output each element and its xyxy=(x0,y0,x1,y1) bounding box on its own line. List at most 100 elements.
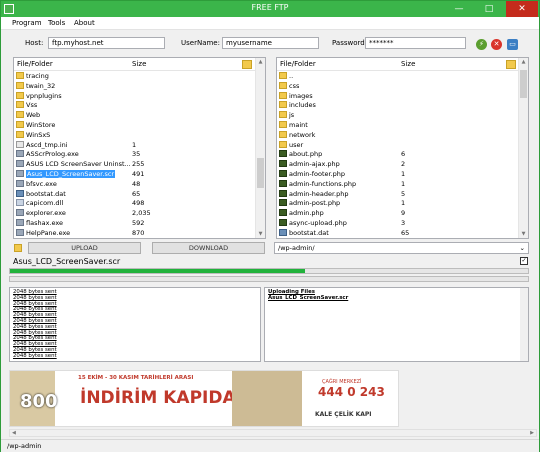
username-input[interactable]: myusername xyxy=(222,37,319,49)
remote-header-size[interactable]: Size xyxy=(401,60,415,68)
file-name: js xyxy=(289,111,295,120)
menu-bar: Program Tools About xyxy=(1,17,539,30)
file-icon xyxy=(279,218,287,226)
file-row[interactable]: hh.exe17 xyxy=(14,238,255,239)
checkbox[interactable]: ✓ xyxy=(520,257,528,265)
file-row[interactable]: async-upload.php 3 xyxy=(277,218,518,228)
file-row[interactable]: images xyxy=(277,91,518,101)
file-row[interactable]: maint xyxy=(277,120,518,130)
local-scrollbar[interactable]: ▲ ▼ xyxy=(255,58,265,238)
remote-file-list[interactable]: File/Folder Size .. css images includes js ma… xyxy=(276,57,529,239)
status-bar: /wp-admin xyxy=(1,439,539,452)
file-row[interactable]: comment.php xyxy=(277,238,518,239)
file-row[interactable]: tracing xyxy=(14,71,255,81)
file-row[interactable]: twain_32 xyxy=(14,81,255,91)
remote-header-name[interactable]: File/Folder xyxy=(280,60,316,68)
ad-banner[interactable]: 800 15 EKİM - 30 KASIM TARİHLERİ ARASI İ… xyxy=(9,370,399,427)
scroll-down-icon[interactable]: ▼ xyxy=(256,231,265,237)
file-row[interactable]: Ascd_tmp.ini 1 xyxy=(14,140,255,150)
remote-path-select[interactable]: /wp-admin/ ⌄ xyxy=(274,242,529,254)
file-row[interactable]: capicom.dll 498 xyxy=(14,198,255,208)
file-row[interactable]: js xyxy=(277,110,518,120)
file-row[interactable]: admin-ajax.php 2 xyxy=(277,159,518,169)
file-row[interactable]: admin-post.php 1 xyxy=(277,198,518,208)
file-row[interactable]: about.php 6 xyxy=(277,149,518,159)
menu-tools[interactable]: Tools xyxy=(48,19,65,27)
file-row[interactable]: css xyxy=(277,81,518,91)
file-row[interactable]: bfsvc.exe 48 xyxy=(14,179,255,189)
local-header-name[interactable]: File/Folder xyxy=(17,60,53,68)
menu-about[interactable]: About xyxy=(74,19,95,27)
folder-icon[interactable] xyxy=(14,244,22,252)
host-input[interactable]: ftp.myhost.net xyxy=(48,37,165,49)
file-row[interactable]: admin-header.php 5 xyxy=(277,189,518,199)
file-row[interactable]: flashax.exe 592 xyxy=(14,218,255,228)
folder-icon xyxy=(279,130,287,138)
folder-icon xyxy=(16,91,24,99)
file-row[interactable]: WinSxS xyxy=(14,130,255,140)
status-lines: Uploading Files Asus_LCD_ScreenSaver.scr xyxy=(268,289,348,302)
file-name: flashax.exe xyxy=(26,218,64,227)
minimize-button[interactable]: — xyxy=(447,1,471,17)
file-row[interactable]: ASScrProlog.exe 35 xyxy=(14,149,255,159)
upload-button[interactable]: UPLOAD xyxy=(28,242,141,254)
local-header-size[interactable]: Size xyxy=(132,60,146,68)
file-row[interactable]: user xyxy=(277,140,518,150)
file-row[interactable]: Vss xyxy=(14,100,255,110)
scroll-up-icon[interactable]: ▲ xyxy=(519,59,528,65)
remote-scroll-thumb[interactable] xyxy=(520,70,527,98)
ad-date: 15 EKİM - 30 KASIM TARİHLERİ ARASI xyxy=(78,375,194,381)
file-name: .. xyxy=(289,72,294,80)
folder-icon xyxy=(16,81,24,89)
file-name: admin-ajax.php xyxy=(289,160,340,169)
file-row[interactable]: ASUS LCD ScreenSaver Uninst... 255 xyxy=(14,159,255,169)
file-row[interactable]: .. xyxy=(277,71,518,81)
file-row[interactable]: bootstat.dat 65 xyxy=(14,189,255,199)
new-folder-icon[interactable] xyxy=(506,60,516,69)
horizontal-scrollbar[interactable]: ◀ ▶ xyxy=(9,429,537,437)
password-label: Password: xyxy=(332,39,368,47)
menu-program[interactable]: Program xyxy=(12,19,42,27)
file-row[interactable]: admin.php 9 xyxy=(277,208,518,218)
remote-scrollbar[interactable]: ▲ ▼ xyxy=(518,58,528,238)
download-button[interactable]: DOWNLOAD xyxy=(152,242,265,254)
file-row[interactable]: admin-functions.php 1 xyxy=(277,179,518,189)
file-icon xyxy=(16,228,24,236)
file-row[interactable]: HelpPane.exe 870 xyxy=(14,228,255,238)
file-row[interactable]: explorer.exe 2,035 xyxy=(14,208,255,218)
file-name: async-upload.php xyxy=(289,218,347,227)
scroll-right-icon[interactable]: ▶ xyxy=(530,430,534,436)
folder-icon xyxy=(279,120,287,128)
file-row[interactable]: network xyxy=(277,130,518,140)
file-icon xyxy=(279,160,287,168)
file-row[interactable]: WinStore xyxy=(14,120,255,130)
log-line: 2048 bytes sent xyxy=(13,352,57,359)
file-size: 65 xyxy=(401,228,410,237)
scroll-left-icon[interactable]: ◀ xyxy=(12,430,16,436)
monitor-icon[interactable]: ▭ xyxy=(507,39,518,50)
close-button[interactable]: ✕ xyxy=(506,1,538,17)
password-input[interactable]: ******* xyxy=(365,37,466,49)
scroll-up-icon[interactable]: ▲ xyxy=(256,59,265,65)
disconnect-icon[interactable]: ✕ xyxy=(491,39,502,50)
file-row[interactable]: includes xyxy=(277,100,518,110)
status-scrollbar[interactable] xyxy=(520,288,528,361)
file-row[interactable]: bootstat.dat 65 xyxy=(277,228,518,238)
file-size: 1 xyxy=(401,179,406,188)
file-name: about.php xyxy=(289,150,323,159)
file-size: 2 xyxy=(401,160,406,169)
ad-headline: İNDİRİM KAPIDA! xyxy=(80,388,244,408)
status-path: /wp-admin xyxy=(7,442,42,450)
file-row[interactable]: admin-footer.php 1 xyxy=(277,169,518,179)
file-row[interactable]: Asus_LCD_ScreenSaver.scr 491 xyxy=(14,169,255,179)
local-file-list[interactable]: File/Folder Size tracing twain_32 vpnplugi… xyxy=(13,57,266,239)
maximize-button[interactable]: □ xyxy=(477,1,501,17)
scroll-down-icon[interactable]: ▼ xyxy=(519,231,528,237)
file-row[interactable]: vpnplugins xyxy=(14,91,255,101)
new-folder-icon[interactable] xyxy=(242,60,252,69)
local-scroll-thumb[interactable] xyxy=(257,158,264,188)
transfer-log: 2048 bytes sent 2048 bytes sent 2048 bytes… xyxy=(9,287,261,362)
file-icon xyxy=(16,140,24,148)
file-row[interactable]: Web xyxy=(14,110,255,120)
connect-icon[interactable]: ⚡ xyxy=(476,39,487,50)
